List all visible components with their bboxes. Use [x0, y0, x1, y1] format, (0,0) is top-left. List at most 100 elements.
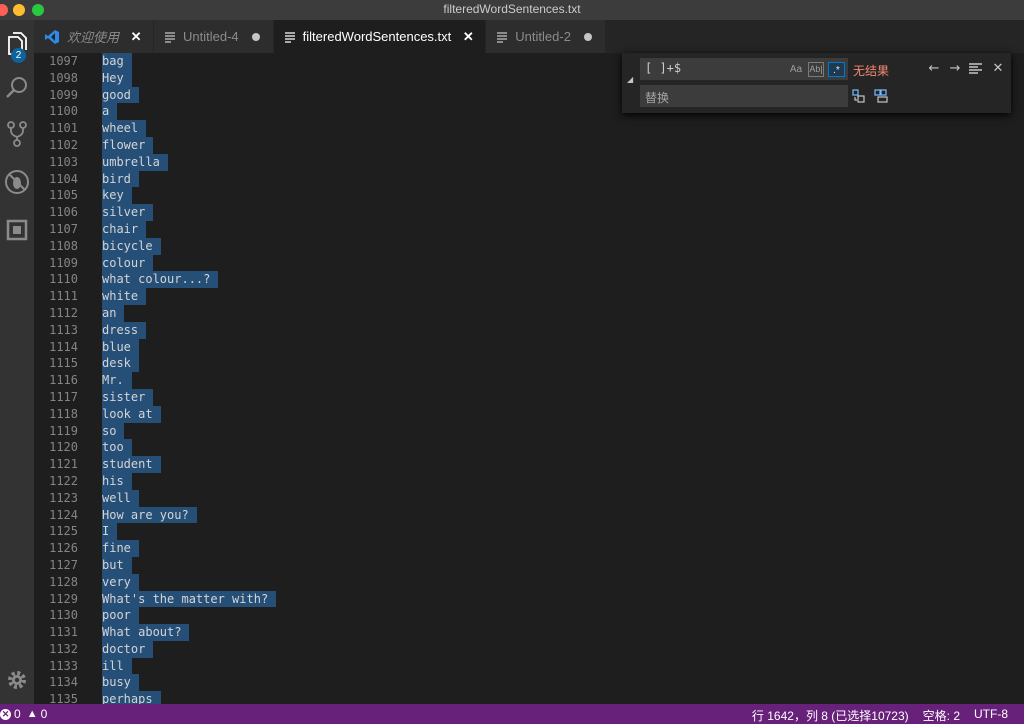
problems-indicator[interactable]: ✕ 0 ▲ 0: [0, 707, 47, 721]
tab-filtered-word-sentences[interactable]: filteredWordSentences.txt ✕: [273, 20, 487, 53]
no-bug-icon: [5, 170, 29, 194]
editor-line[interactable]: 1135 perhaps: [34, 691, 1024, 704]
editor-line[interactable]: 1105 key: [34, 187, 1024, 205]
find-in-selection-icon[interactable]: [966, 60, 984, 78]
editor-line[interactable]: 1132 doctor: [34, 640, 1024, 658]
editor-line[interactable]: 1119 so: [34, 422, 1024, 440]
close-icon[interactable]: ✕: [461, 29, 475, 45]
editor-line[interactable]: 1114 blue: [34, 338, 1024, 356]
explorer-button[interactable]: 2: [0, 24, 34, 64]
replace-one-icon[interactable]: [852, 88, 870, 106]
gear-icon: [8, 671, 26, 689]
extensions-button[interactable]: [0, 210, 34, 250]
close-icon[interactable]: ✕: [129, 29, 143, 45]
line-text: doctor: [102, 640, 154, 658]
editor-line[interactable]: 1127 but: [34, 556, 1024, 574]
debug-button[interactable]: [0, 162, 34, 202]
line-text: his: [102, 472, 132, 490]
manage-button[interactable]: [0, 660, 34, 700]
editor-line[interactable]: 1121 student: [34, 456, 1024, 473]
source-control-button[interactable]: [0, 114, 34, 154]
warning-count: 0: [40, 707, 48, 721]
line-text: well: [102, 489, 139, 507]
editor-line[interactable]: 1113 dress: [34, 321, 1024, 339]
encoding-setting[interactable]: UTF-8: [974, 707, 1008, 724]
line-text: desk: [102, 355, 139, 373]
regex-button[interactable]: .*: [828, 62, 845, 77]
editor-line[interactable]: 1128 very: [34, 573, 1024, 591]
editor-line[interactable]: 1110 what colour...?: [34, 271, 1024, 289]
source-control-icon: [7, 121, 27, 147]
search-view-button[interactable]: [0, 68, 34, 108]
editor-line[interactable]: 1130 poor: [34, 607, 1024, 625]
editor-area[interactable]: 1097 bag 1098 Hey 1099 good 1100 a 1101 wheel 1102…: [34, 53, 1024, 704]
line-text: bird: [102, 170, 139, 188]
line-text: dress: [102, 321, 147, 339]
next-match-icon[interactable]: →: [946, 60, 964, 78]
editor-line[interactable]: 1125 I: [34, 523, 1024, 541]
editor-line[interactable]: 1102 flower: [34, 136, 1024, 154]
line-text: colour: [102, 254, 154, 272]
editor-line[interactable]: 1111 white: [34, 288, 1024, 305]
editor-line[interactable]: 1122 his: [34, 472, 1024, 490]
explorer-badge: 2: [11, 48, 26, 63]
editor-line[interactable]: 1115 desk: [34, 355, 1024, 373]
close-find-icon[interactable]: ✕: [989, 60, 1007, 78]
editor-line[interactable]: 1112 an: [34, 304, 1024, 322]
line-text: ill: [102, 657, 132, 675]
line-number: 1119: [49, 423, 78, 438]
indentation-setting[interactable]: 空格: 2: [923, 707, 960, 724]
tab-welcome[interactable]: 欢迎使用 ✕: [34, 20, 155, 53]
editor-line[interactable]: 1124 How are you?: [34, 506, 1024, 524]
tab-untitled-4[interactable]: Untitled-4: [154, 20, 274, 53]
editor-line[interactable]: 1108 bicycle: [34, 237, 1024, 255]
line-text: I: [102, 523, 118, 541]
unsaved-dot-icon[interactable]: [251, 32, 260, 41]
editor-line[interactable]: 1131 What about?: [34, 624, 1024, 641]
tab-label: 欢迎使用: [67, 30, 120, 45]
line-number: 1108: [49, 238, 78, 253]
line-text: an: [102, 304, 125, 322]
line-number: 1134: [49, 675, 78, 690]
editor-line[interactable]: 1104 bird: [34, 170, 1024, 188]
line-number: 1102: [49, 137, 78, 152]
whole-word-button[interactable]: Ab|: [808, 62, 824, 77]
line-number: 1127: [49, 557, 78, 572]
line-text: flower: [102, 136, 154, 154]
match-case-button[interactable]: Aa: [788, 62, 804, 77]
editor-line[interactable]: 1103 umbrella: [34, 153, 1024, 171]
previous-match-icon[interactable]: ←: [925, 60, 943, 78]
line-text: sister: [102, 388, 154, 406]
line-text: silver: [102, 204, 154, 221]
editor-line[interactable]: 1118 look at: [34, 405, 1024, 423]
toggle-replace-icon[interactable]: ◢: [627, 75, 633, 84]
replace-all-icon[interactable]: [874, 88, 892, 106]
search-icon: [6, 77, 27, 98]
line-number: 1101: [49, 121, 78, 136]
unsaved-dot-icon[interactable]: [583, 32, 592, 41]
line-number: 1125: [49, 524, 78, 539]
editor-line[interactable]: 1126 fine: [34, 540, 1024, 557]
replace-input[interactable]: 替换: [640, 85, 848, 107]
editor-line[interactable]: 1109 colour: [34, 254, 1024, 272]
editor-line[interactable]: 1129 What's the matter with?: [34, 590, 1024, 608]
line-text: key: [102, 187, 132, 205]
editor-line[interactable]: 1134 busy: [34, 674, 1024, 692]
editor-line[interactable]: 1106 silver: [34, 204, 1024, 221]
editor-line[interactable]: 1117 sister: [34, 388, 1024, 406]
find-input[interactable]: [ ]+$ Aa Ab| .*: [640, 58, 848, 80]
line-number: 1106: [49, 205, 78, 220]
editor-line[interactable]: 1101 wheel: [34, 120, 1024, 137]
line-text: busy: [102, 674, 139, 692]
editor-line[interactable]: 1120 too: [34, 439, 1024, 457]
editor-line[interactable]: 1123 well: [34, 489, 1024, 507]
editor-line[interactable]: 1116 Mr.: [34, 372, 1024, 389]
line-text: so: [102, 422, 125, 440]
line-number: 1099: [49, 87, 78, 102]
editor-line[interactable]: 1133 ill: [34, 657, 1024, 675]
tab-untitled-2[interactable]: Untitled-2: [486, 20, 606, 53]
error-count: 0: [14, 707, 21, 721]
editor-line[interactable]: 1107 chair: [34, 220, 1024, 238]
line-text: very: [102, 573, 139, 591]
cursor-position[interactable]: 行 1642，列 8 (已选择10723): [752, 707, 909, 724]
